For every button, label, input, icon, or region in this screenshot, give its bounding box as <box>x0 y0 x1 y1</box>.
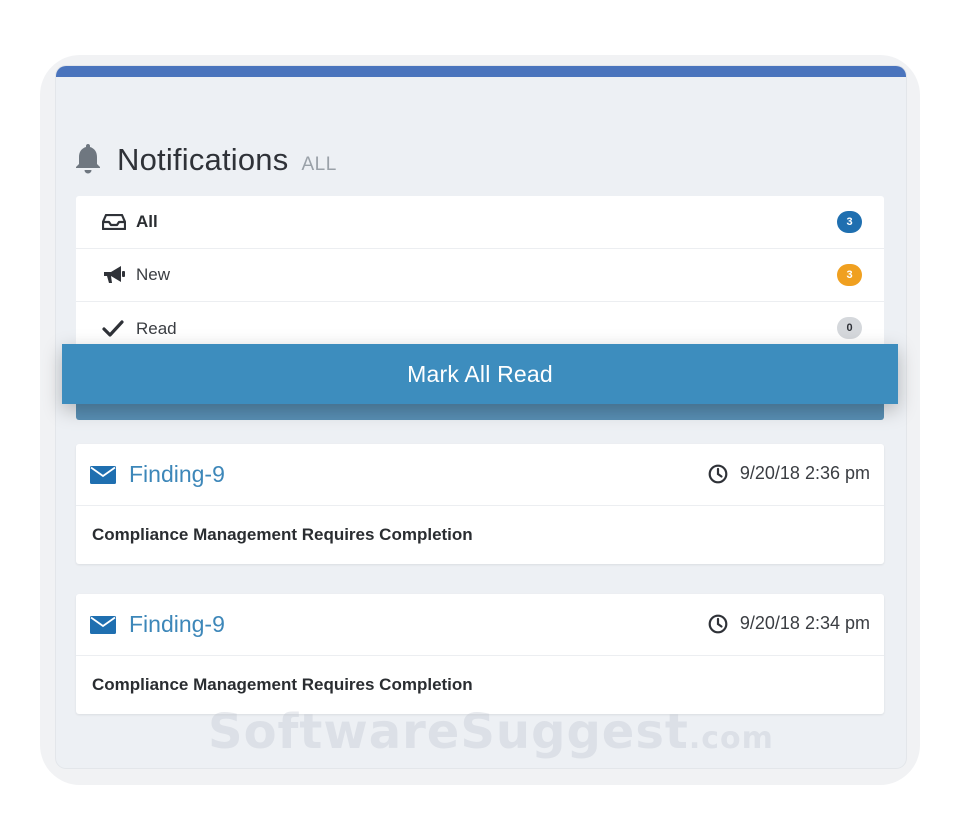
watermark-logo: SoftwareSuggest.com <box>208 704 774 760</box>
notification-header: Finding-9 9/20/18 2:34 pm <box>76 594 884 656</box>
bell-icon <box>76 144 100 174</box>
notification-card[interactable]: Finding-9 9/20/18 2:36 pm Compliance Man… <box>76 444 884 564</box>
panel-header: Notifications ALL <box>74 138 337 178</box>
notification-time: 9/20/18 2:34 pm <box>708 613 870 634</box>
count-badge: 0 <box>837 317 862 339</box>
timestamp: 9/20/18 2:34 pm <box>739 613 870 633</box>
envelope-icon <box>90 465 116 484</box>
count-badge: 3 <box>837 211 862 233</box>
notification-title-link[interactable]: Finding-9 <box>129 611 225 638</box>
filter-subtitle: ALL <box>301 154 337 175</box>
page-title: Notifications <box>117 142 289 177</box>
notification-title-link[interactable]: Finding-9 <box>129 461 225 488</box>
mark-all-read-button[interactable]: Mark All Read <box>62 344 898 404</box>
clock-icon <box>708 614 728 633</box>
notification-message: Compliance Management Requires Completio… <box>92 525 473 544</box>
checkmark-icon <box>102 319 128 339</box>
filter-item-all[interactable]: All 3 <box>76 196 884 249</box>
megaphone-icon <box>102 265 128 285</box>
filter-label: New <box>136 265 171 284</box>
notification-card[interactable]: Finding-9 9/20/18 2:34 pm Compliance Man… <box>76 594 884 714</box>
filter-label: Read <box>136 318 177 338</box>
notification-header: Finding-9 9/20/18 2:36 pm <box>76 444 884 506</box>
envelope-icon <box>90 615 116 634</box>
notification-time: 9/20/18 2:36 pm <box>708 463 870 484</box>
clock-icon <box>708 464 728 483</box>
filter-item-new[interactable]: New 3 <box>76 249 884 302</box>
top-accent-bar <box>56 66 906 77</box>
count-badge: 3 <box>837 264 862 286</box>
filter-label: All <box>136 212 158 231</box>
timestamp: 9/20/18 2:36 pm <box>739 463 870 483</box>
inbox-icon <box>102 212 128 232</box>
filter-list: All 3 New 3 Read 0 <box>76 196 884 348</box>
